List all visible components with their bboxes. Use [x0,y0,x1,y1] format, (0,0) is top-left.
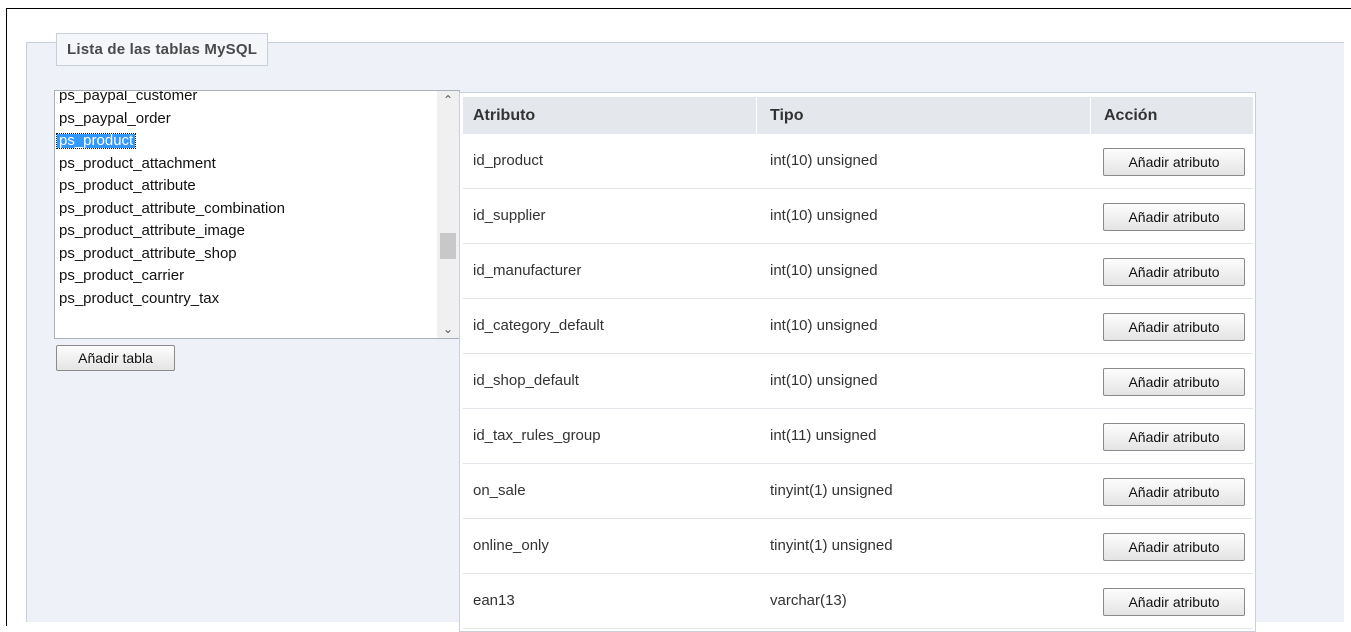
table-row: id_tax_rules_group int(11) unsigned Añadir… [463,409,1253,464]
attributes-table: Atributo Tipo Acción id_product int(10) u… [459,92,1256,632]
table-row: online_only tinyint(1) unsigned Añadir atr… [463,519,1253,574]
add-table-button[interactable]: Añadir tabla [56,345,175,371]
column-header-attribute: Atributo [463,97,757,134]
add-attribute-button[interactable]: Añadir atributo [1103,258,1245,286]
attribute-type: tinyint(1) unsigned [770,482,893,499]
list-item-label: ps_product_carrier [59,267,185,284]
table-header: Atributo Tipo Acción [463,97,1253,134]
add-attribute-button[interactable]: Añadir atributo [1103,313,1245,341]
list-item-label: ps_product_attribute [59,177,196,194]
attribute-type: int(10) unsigned [770,152,878,169]
tables-listbox[interactable]: ps_paypal_customer ps_paypal_order ps_prod… [54,90,460,339]
column-header-type: Tipo [757,97,1091,134]
list-item-label: ps_product_attribute_shop [59,244,237,262]
attribute-name: id_tax_rules_group [473,427,601,444]
attribute-type: tinyint(1) unsigned [770,537,893,554]
add-attribute-button[interactable]: Añadir atributo [1103,423,1245,451]
attribute-type: varchar(13) [770,592,847,609]
attribute-name: online_only [473,537,549,554]
listbox-scrollbar[interactable]: ⌃ ⌄ [437,91,459,338]
table-row: on_sale tinyint(1) unsigned Añadir atribut… [463,464,1253,519]
attribute-name: id_manufacturer [473,262,582,279]
list-item-label: ps_paypal_customer [59,90,198,104]
attribute-type: int(10) unsigned [770,262,878,279]
list-item-label: ps_product_attribute_image [59,222,245,239]
chevron-up-icon[interactable]: ⌃ [437,91,459,109]
attribute-type: int(11) unsigned [770,427,877,444]
list-item-label: ps_product_attribute_combination [59,199,285,217]
table-row: id_supplier int(10) unsigned Añadir atribu… [463,189,1253,244]
list-item[interactable]: ps_product_country_tax [55,289,439,317]
add-attribute-button[interactable]: Añadir atributo [1103,478,1245,506]
table-row: ean13 varchar(13) Añadir atributo [463,574,1253,629]
add-attribute-button[interactable]: Añadir atributo [1103,203,1245,231]
list-item-label: ps_product_country_tax [59,289,220,307]
table-row: id_product int(10) unsigned Añadir atribut… [463,134,1253,189]
list-item-label: ps_product [55,132,137,149]
column-header-action: Acción [1104,107,1158,124]
add-attribute-button[interactable]: Añadir atributo [1103,368,1245,396]
attribute-name: id_product [473,152,544,169]
add-attribute-button[interactable]: Añadir atributo [1103,148,1245,176]
table-row: id_manufacturer int(10) unsigned Añadir at… [463,244,1253,299]
table-row: id_category_default int(10) unsigned Añadi… [463,299,1253,354]
list-item-label: ps_product_attachment [59,154,216,172]
attribute-type: int(10) unsigned [770,372,878,389]
attribute-name: id_shop_default [473,372,579,389]
add-attribute-button[interactable]: Añadir atributo [1103,533,1245,561]
attribute-type: int(10) unsigned [770,207,878,224]
table-row: id_shop_default int(10) unsigned Añadir at… [463,354,1253,409]
attribute-name: id_category_default [473,317,604,334]
attribute-type: int(10) unsigned [770,317,878,334]
fieldset-legend: Lista de las tablas MySQL [56,33,269,66]
chevron-down-icon[interactable]: ⌄ [437,320,459,338]
scrollbar-thumb[interactable] [440,233,456,259]
add-attribute-button[interactable]: Añadir atributo [1103,588,1245,616]
tables-list[interactable]: ps_paypal_customer ps_paypal_order ps_prod… [55,91,439,316]
attribute-name: ean13 [473,592,515,609]
list-item-label: ps_paypal_order [59,109,171,127]
attribute-name: id_supplier [473,207,546,224]
attribute-name: on_sale [473,482,526,499]
